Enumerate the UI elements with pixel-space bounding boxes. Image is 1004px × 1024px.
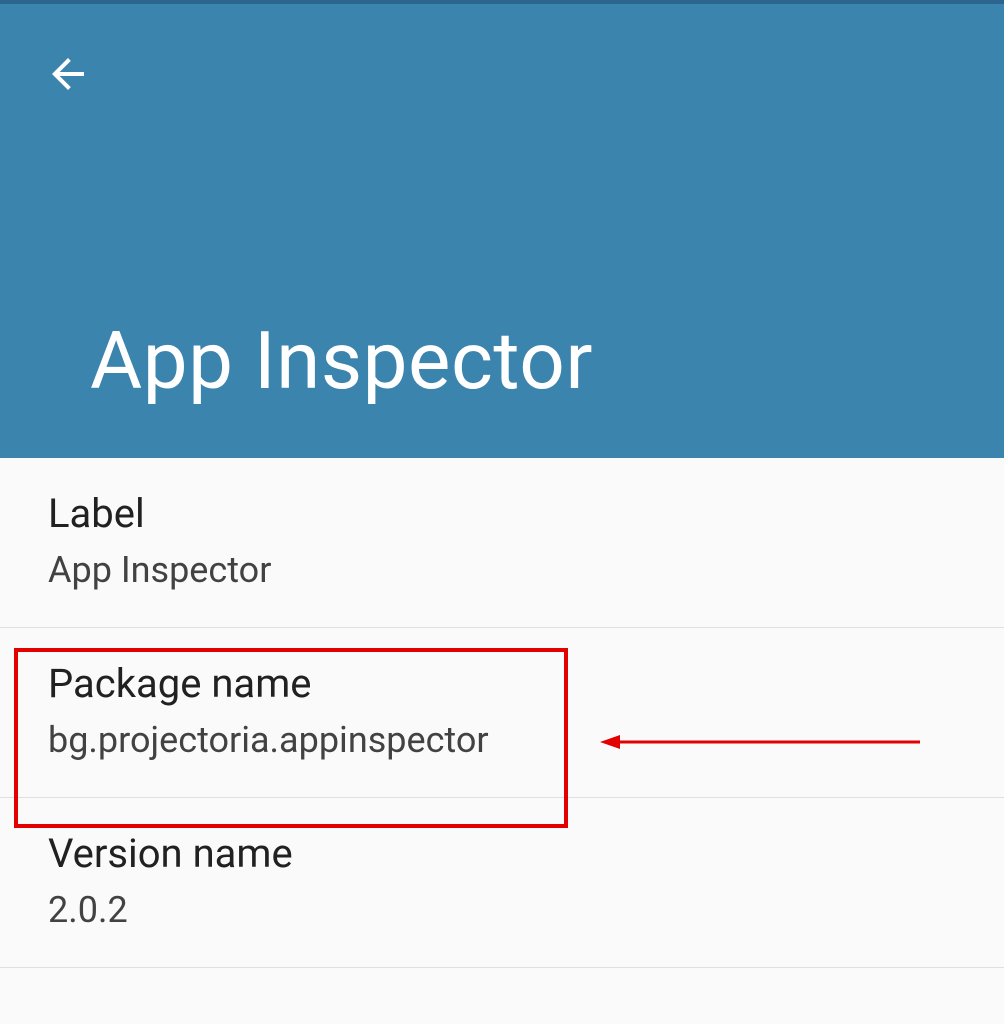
back-arrow-icon: [44, 50, 92, 102]
list-item-title: Version name: [48, 830, 956, 877]
list-item-title: Label: [48, 490, 956, 537]
list-item-version-name[interactable]: Version name 2.0.2: [0, 798, 1004, 968]
list-item-title: Package name: [48, 660, 956, 707]
back-button[interactable]: [40, 48, 96, 104]
list-item-value: 2.0.2: [48, 889, 956, 931]
list-item-value: bg.projectoria.appinspector: [48, 719, 956, 761]
list-item-package-name[interactable]: Package name bg.projectoria.appinspector: [0, 628, 1004, 798]
list-item-value: App Inspector: [48, 549, 956, 591]
page-title: App Inspector: [90, 314, 593, 408]
details-list: Label App Inspector Package name bg.proj…: [0, 458, 1004, 968]
app-header: App Inspector: [0, 4, 1004, 458]
list-item-label[interactable]: Label App Inspector: [0, 458, 1004, 628]
